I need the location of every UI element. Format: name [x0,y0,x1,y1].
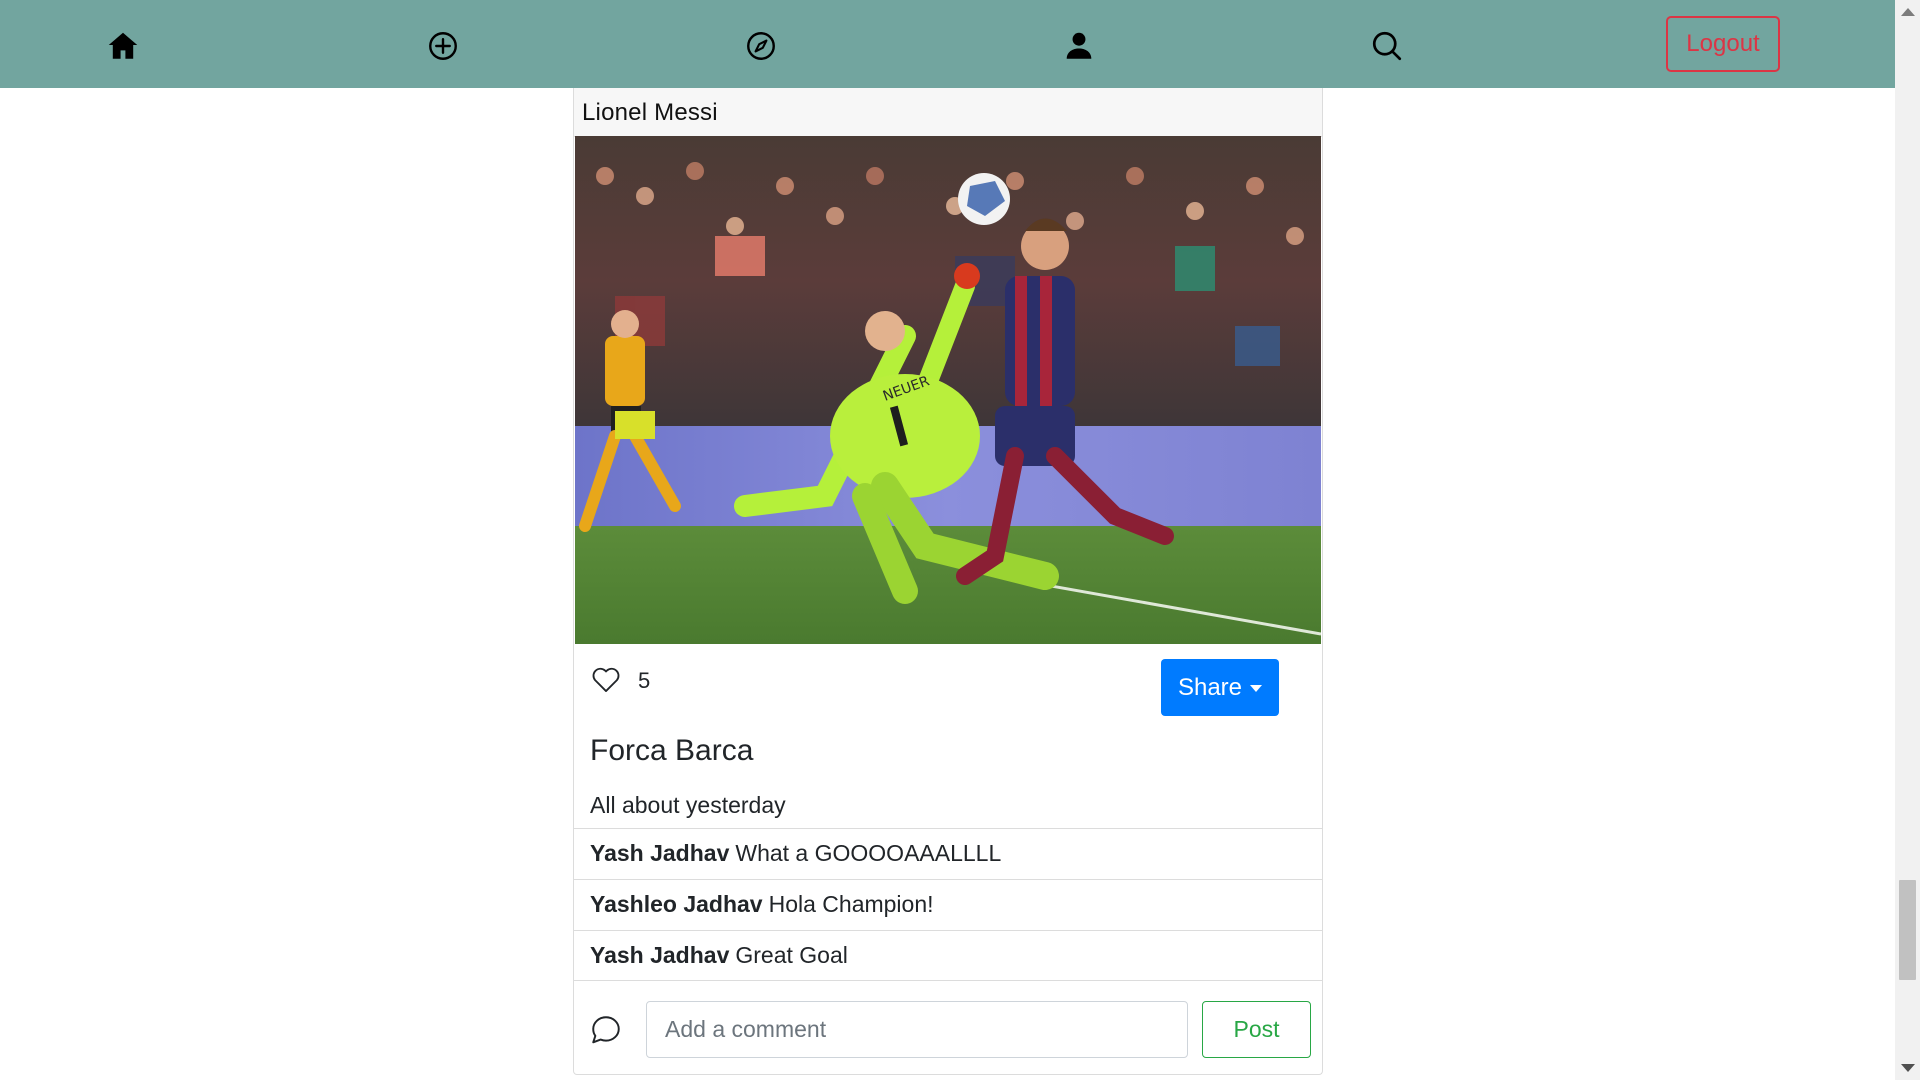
post-caption: All about yesterday [590,792,786,818]
comment-input[interactable] [646,1001,1188,1058]
comment-author[interactable]: Yash Jadhav [590,840,729,866]
add-circle-icon[interactable] [425,28,461,64]
compass-icon[interactable] [743,28,779,64]
post-image[interactable]: NEUER [575,136,1321,644]
comment-author[interactable]: Yash Jadhav [590,942,729,968]
comment-text: Hola Champion! [768,891,934,917]
comment-text: What a GOOOOAAALLLL [735,840,1002,866]
share-dropdown-button[interactable]: Share [1161,659,1279,716]
like-count: 5 [638,668,651,693]
comment-author[interactable]: Yashleo Jadhav [590,891,763,917]
top-navbar: Logout [0,0,1895,88]
profile-icon[interactable] [1061,28,1097,64]
comment-list: Yash Jadhav What a GOOOOAAALLLL Yashleo J… [574,828,1322,981]
page-scrollbar[interactable] [1895,0,1920,1080]
post-comment-button[interactable]: Post [1202,1001,1311,1058]
post-author-name[interactable]: Lionel Messi [582,99,718,127]
chat-bubble-icon [592,1016,620,1044]
heart-outline-icon[interactable] [588,662,624,696]
comment-item: Yash Jadhav Great Goal [574,930,1322,981]
home-icon[interactable] [105,28,141,64]
scroll-up-arrow-icon[interactable] [1901,8,1915,16]
comment-item: Yashleo Jadhav Hola Champion! [574,879,1322,930]
post-header: Lionel Messi [574,88,1322,137]
scrollbar-thumb[interactable] [1899,880,1916,980]
post-card: Lionel Messi NEUER 5 Share Forca Barca A… [573,88,1323,1075]
share-button-label: Share [1177,673,1243,701]
search-icon[interactable] [1369,28,1405,64]
caret-down-icon [1250,685,1263,692]
scroll-down-arrow-icon[interactable] [1901,1064,1915,1072]
logout-button[interactable]: Logout [1666,16,1780,72]
post-title: Forca Barca [590,734,754,767]
comment-text: Great Goal [735,942,848,968]
comment-item: Yash Jadhav What a GOOOOAAALLLL [574,828,1322,879]
